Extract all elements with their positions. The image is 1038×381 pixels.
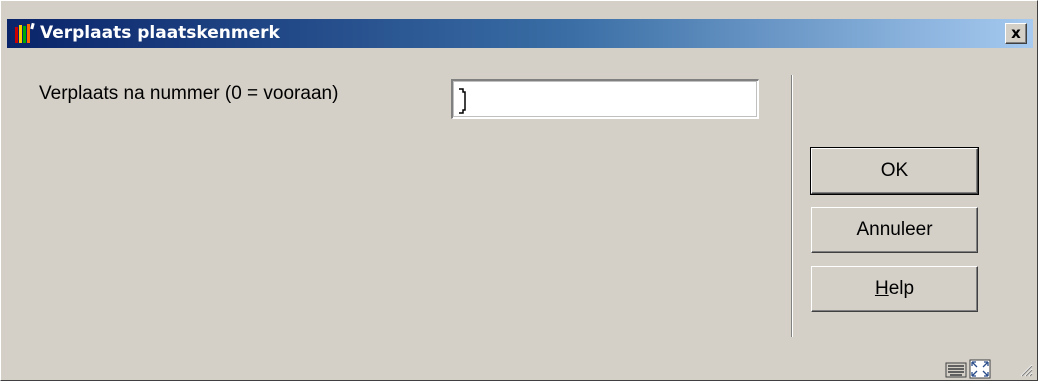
title-bar[interactable]: Verplaats plaatskenmerk x [7, 19, 1033, 48]
keyboard-icon[interactable] [945, 359, 967, 379]
books-icon [15, 23, 35, 43]
dialog-window: Verplaats plaatskenmerk x Verplaats na n… [0, 0, 1038, 381]
text-cursor-icon [459, 88, 466, 114]
vertical-divider [791, 75, 793, 337]
resize-grip-icon[interactable] [1019, 363, 1033, 377]
window-title: Verplaats plaatskenmerk [40, 23, 280, 43]
position-label: Verplaats na nummer (0 = vooraan) [39, 83, 339, 104]
help-mnemonic: H [874, 278, 889, 299]
cancel-button[interactable]: Annuleer [811, 207, 978, 253]
fullscreen-icon[interactable] [969, 359, 991, 379]
status-bar-icons [945, 357, 1035, 381]
position-input[interactable] [451, 79, 759, 119]
ok-button[interactable]: OK [810, 147, 979, 195]
help-button[interactable]: Help [811, 266, 978, 312]
close-button[interactable]: x [1005, 23, 1027, 44]
help-label-rest: elp [888, 278, 915, 299]
close-icon: x [1011, 24, 1021, 42]
